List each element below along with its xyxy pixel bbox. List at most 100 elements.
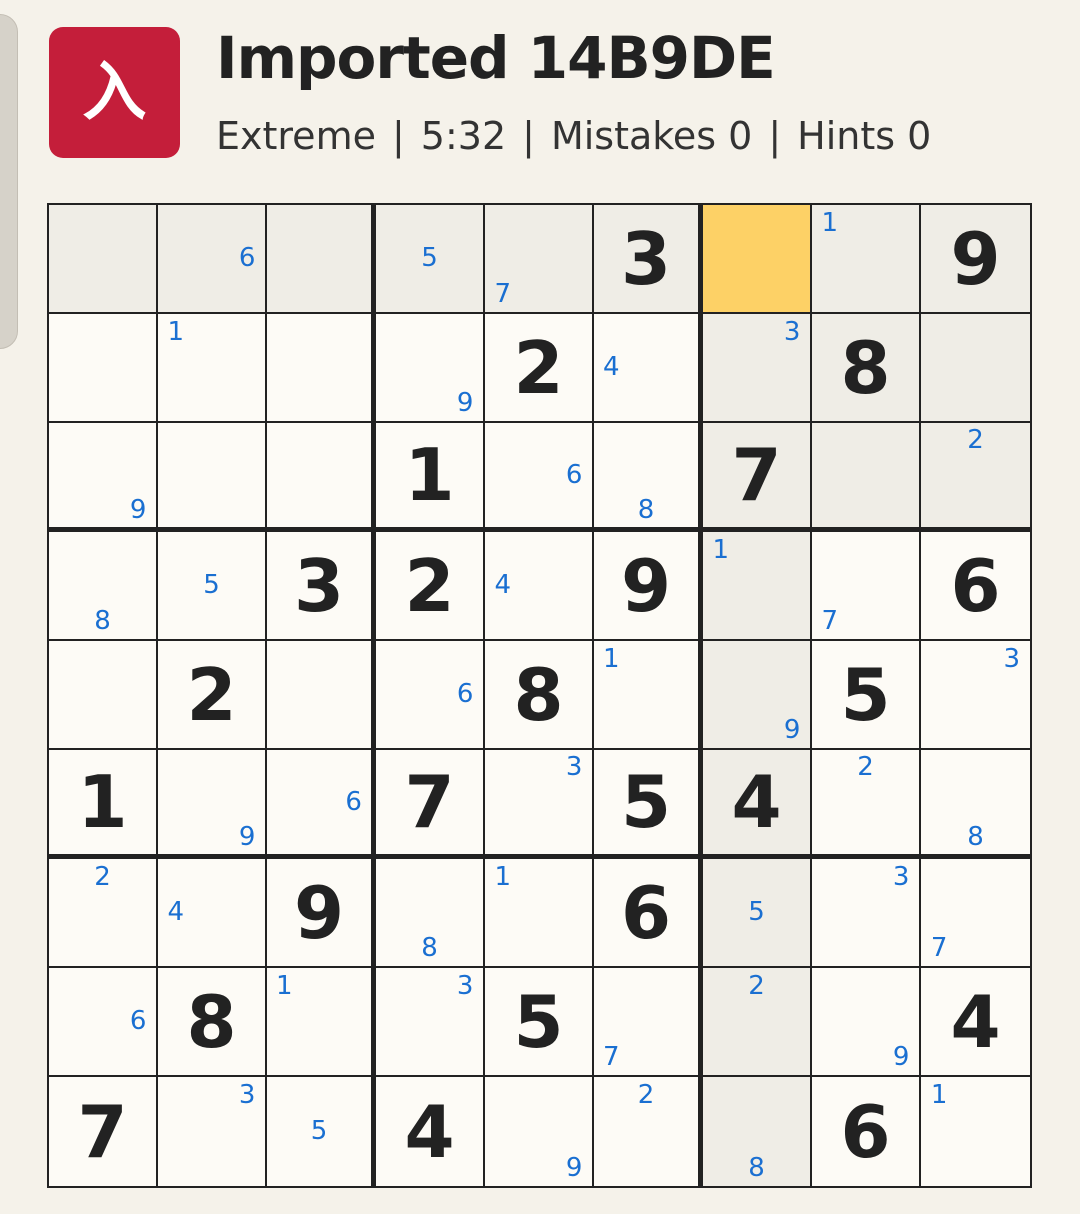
board-cell-r3c9[interactable]: 2 bbox=[921, 423, 1030, 532]
board-cell-r9c4[interactable]: 4 bbox=[376, 1077, 485, 1186]
board-cell-r5c1[interactable] bbox=[49, 641, 158, 750]
board-cell-r9c3[interactable]: 5 bbox=[267, 1077, 376, 1186]
board-cell-r8c8[interactable]: 9 bbox=[812, 968, 921, 1077]
board-cell-r5c5[interactable]: 8 bbox=[485, 641, 594, 750]
pencil-note: 1 bbox=[930, 1080, 948, 1111]
board-cell-r1c8[interactable]: 1 bbox=[812, 205, 921, 314]
board-cell-r3c7[interactable]: 7 bbox=[703, 423, 812, 532]
board-cell-r6c6[interactable]: 5 bbox=[594, 750, 703, 859]
sudoku-board: 6573191924389168728532491762681953196735… bbox=[47, 203, 1032, 1188]
board-cell-r4c9[interactable]: 6 bbox=[921, 532, 1030, 641]
board-cell-r5c2[interactable]: 2 bbox=[158, 641, 267, 750]
pencil-note: 1 bbox=[276, 970, 293, 1001]
board-cell-r6c8[interactable]: 2 bbox=[812, 750, 921, 859]
side-drawer-handle[interactable] bbox=[0, 14, 18, 349]
board-cell-r9c8[interactable]: 6 bbox=[812, 1077, 921, 1186]
board-cell-r5c8[interactable]: 5 bbox=[812, 641, 921, 750]
pencil-note: 3 bbox=[565, 752, 583, 783]
board-cell-r1c5[interactable]: 7 bbox=[485, 205, 594, 314]
board-cell-r2c9[interactable] bbox=[921, 314, 1030, 423]
pencil-note: 7 bbox=[494, 279, 512, 310]
board-cell-r8c9[interactable]: 4 bbox=[921, 968, 1030, 1077]
board-cell-r8c4[interactable]: 3 bbox=[376, 968, 485, 1077]
board-cell-r4c6[interactable]: 9 bbox=[594, 532, 703, 641]
board-cell-r4c3[interactable]: 3 bbox=[267, 532, 376, 641]
board-cell-r2c4[interactable]: 9 bbox=[376, 314, 485, 423]
board-cell-r7c9[interactable]: 7 bbox=[921, 859, 1030, 968]
board-cell-r4c8[interactable]: 7 bbox=[812, 532, 921, 641]
board-cell-r1c7[interactable] bbox=[703, 205, 812, 314]
board-cell-r6c1[interactable]: 1 bbox=[49, 750, 158, 859]
board-cell-r5c7[interactable]: 9 bbox=[703, 641, 812, 750]
board-cell-r2c5[interactable]: 2 bbox=[485, 314, 594, 423]
board-cell-r2c1[interactable] bbox=[49, 314, 158, 423]
mistakes-counter: Mistakes 0 bbox=[550, 114, 753, 158]
pencil-note: 3 bbox=[238, 1080, 256, 1111]
pencil-note: 5 bbox=[421, 243, 438, 274]
board-cell-r8c5[interactable]: 5 bbox=[485, 968, 594, 1077]
board-cell-r7c5[interactable]: 1 bbox=[485, 859, 594, 968]
hints-counter: Hints 0 bbox=[797, 114, 932, 158]
board-cell-r3c1[interactable]: 9 bbox=[49, 423, 158, 532]
board-cell-r4c5[interactable]: 4 bbox=[485, 532, 594, 641]
board-cell-r4c1[interactable]: 8 bbox=[49, 532, 158, 641]
board-cell-r6c9[interactable]: 8 bbox=[921, 750, 1030, 859]
board-cell-r9c9[interactable]: 1 bbox=[921, 1077, 1030, 1186]
board-cell-r2c2[interactable]: 1 bbox=[158, 314, 267, 423]
board-cell-r1c6[interactable]: 3 bbox=[594, 205, 703, 314]
board-cell-r6c5[interactable]: 3 bbox=[485, 750, 594, 859]
board-cell-r3c8[interactable] bbox=[812, 423, 921, 532]
board-cell-r9c6[interactable]: 2 bbox=[594, 1077, 703, 1186]
board-cell-r7c2[interactable]: 4 bbox=[158, 859, 267, 968]
board-cell-r3c6[interactable]: 8 bbox=[594, 423, 703, 532]
board-cell-r7c4[interactable]: 8 bbox=[376, 859, 485, 968]
board-cell-r8c6[interactable]: 7 bbox=[594, 968, 703, 1077]
board-cell-r3c4[interactable]: 1 bbox=[376, 423, 485, 532]
board-cell-r8c2[interactable]: 8 bbox=[158, 968, 267, 1077]
board-cell-r2c7[interactable]: 3 bbox=[703, 314, 812, 423]
board-cell-r9c2[interactable]: 3 bbox=[158, 1077, 267, 1186]
pencil-note: 1 bbox=[712, 534, 730, 565]
board-cell-r5c6[interactable]: 1 bbox=[594, 641, 703, 750]
board-cell-r3c5[interactable]: 6 bbox=[485, 423, 594, 532]
board-cell-r1c3[interactable] bbox=[267, 205, 376, 314]
board-cell-r8c1[interactable]: 6 bbox=[49, 968, 158, 1077]
board-cell-r1c1[interactable] bbox=[49, 205, 158, 314]
board-cell-r6c7[interactable]: 4 bbox=[703, 750, 812, 859]
board-cell-r3c3[interactable] bbox=[267, 423, 376, 532]
given-digit: 3 bbox=[620, 216, 672, 301]
board-cell-r5c3[interactable] bbox=[267, 641, 376, 750]
board-cell-r8c3[interactable]: 1 bbox=[267, 968, 376, 1077]
board-cell-r8c7[interactable]: 2 bbox=[703, 968, 812, 1077]
given-digit: 3 bbox=[293, 543, 345, 628]
board-cell-r7c1[interactable]: 2 bbox=[49, 859, 158, 968]
given-digit: 9 bbox=[620, 543, 672, 628]
board-cell-r2c3[interactable] bbox=[267, 314, 376, 423]
board-cell-r1c9[interactable]: 9 bbox=[921, 205, 1030, 314]
board-cell-r9c5[interactable]: 9 bbox=[485, 1077, 594, 1186]
board-cell-r7c3[interactable]: 9 bbox=[267, 859, 376, 968]
board-cell-r9c7[interactable]: 8 bbox=[703, 1077, 812, 1186]
board-cell-r7c7[interactable]: 5 bbox=[703, 859, 812, 968]
pencil-note: 9 bbox=[238, 821, 256, 852]
board-cell-r6c2[interactable]: 9 bbox=[158, 750, 267, 859]
board-cell-r7c6[interactable]: 6 bbox=[594, 859, 703, 968]
board-cell-r5c9[interactable]: 3 bbox=[921, 641, 1030, 750]
board-cell-r6c4[interactable]: 7 bbox=[376, 750, 485, 859]
board-cell-r1c4[interactable]: 5 bbox=[376, 205, 485, 314]
board-cell-r6c3[interactable]: 6 bbox=[267, 750, 376, 859]
timer: 5:32 bbox=[420, 114, 507, 158]
board-cell-r2c6[interactable]: 4 bbox=[594, 314, 703, 423]
board-cell-r4c2[interactable]: 5 bbox=[158, 532, 267, 641]
board-cell-r4c7[interactable]: 1 bbox=[703, 532, 812, 641]
board-cell-r9c1[interactable]: 7 bbox=[49, 1077, 158, 1186]
board-cell-r1c2[interactable]: 6 bbox=[158, 205, 267, 314]
pencil-note: 3 bbox=[456, 970, 474, 1001]
board-cell-r4c4[interactable]: 2 bbox=[376, 532, 485, 641]
board-cell-r3c2[interactable] bbox=[158, 423, 267, 532]
board-cell-r2c8[interactable]: 8 bbox=[812, 314, 921, 423]
pencil-note: 9 bbox=[456, 388, 474, 419]
pencil-note: 3 bbox=[892, 861, 910, 892]
board-cell-r5c4[interactable]: 6 bbox=[376, 641, 485, 750]
board-cell-r7c8[interactable]: 3 bbox=[812, 859, 921, 968]
